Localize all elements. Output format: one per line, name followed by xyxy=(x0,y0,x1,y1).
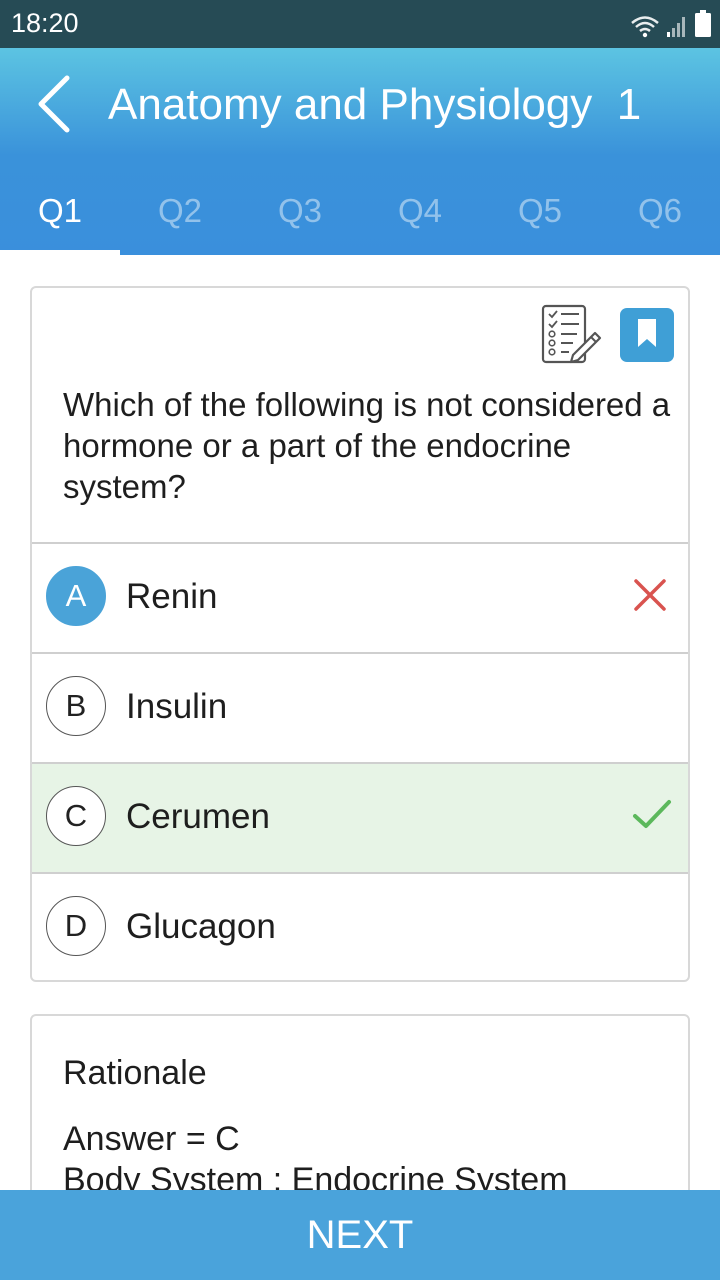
back-button[interactable] xyxy=(22,70,88,142)
tab-label: Q1 xyxy=(37,192,83,229)
tab-q2[interactable]: Q2 xyxy=(120,162,240,255)
wifi-icon xyxy=(630,14,660,38)
tab-label: Q2 xyxy=(157,192,203,229)
bookmark-icon xyxy=(636,318,658,353)
option-letter-badge: B xyxy=(46,676,106,736)
page-title: Anatomy and Physiology 1 xyxy=(108,80,642,129)
option-letter-badge: D xyxy=(46,896,106,956)
tab-q3[interactable]: Q3 xyxy=(240,162,360,255)
notes-button[interactable] xyxy=(540,303,602,367)
question-card: Which of the following is not considered… xyxy=(30,286,690,982)
rationale-answer: Answer = C xyxy=(63,1120,240,1158)
incorrect-x-icon xyxy=(632,577,668,613)
option-d[interactable]: D Glucagon xyxy=(32,872,688,980)
tab-label: Q5 xyxy=(517,192,563,229)
status-time: 18:20 xyxy=(11,8,79,38)
question-tabs: Q1 Q2 Q3 Q4 Q5 Q6 xyxy=(0,162,720,255)
tab-label: Q3 xyxy=(277,192,323,229)
option-letter-badge: C xyxy=(46,786,106,846)
tab-q1[interactable]: Q1 xyxy=(0,162,120,255)
status-icons xyxy=(630,10,712,38)
next-button[interactable]: NEXT xyxy=(0,1190,720,1280)
checklist-notes-icon xyxy=(540,304,602,371)
rationale-title: Rationale xyxy=(63,1054,207,1092)
chevron-left-icon xyxy=(35,74,75,139)
option-text: Glucagon xyxy=(126,907,276,946)
option-text: Insulin xyxy=(126,687,228,726)
signal-icon xyxy=(666,14,688,38)
option-letter-badge: A xyxy=(46,566,106,626)
status-bar: 18:20 xyxy=(0,0,720,48)
correct-check-icon xyxy=(632,797,671,833)
option-text: Cerumen xyxy=(126,797,270,836)
option-c[interactable]: C Cerumen xyxy=(32,762,688,872)
tab-label: Q4 xyxy=(397,192,443,229)
question-text: Which of the following is not considered… xyxy=(63,386,671,505)
tab-label: Q6 xyxy=(637,192,683,229)
bookmark-button[interactable] xyxy=(620,308,674,362)
tab-q6[interactable]: Q6 xyxy=(600,162,720,255)
app-bar: Anatomy and Physiology 1 Q1 Q2 Q3 Q4 Q5 … xyxy=(0,48,720,255)
answer-options: A Renin B Insulin C Cerumen D Glucagon xyxy=(32,542,688,980)
battery-icon xyxy=(694,10,712,38)
option-text: Renin xyxy=(126,577,218,616)
tab-q4[interactable]: Q4 xyxy=(360,162,480,255)
option-b[interactable]: B Insulin xyxy=(32,652,688,762)
option-a[interactable]: A Renin xyxy=(32,542,688,652)
tab-q5[interactable]: Q5 xyxy=(480,162,600,255)
